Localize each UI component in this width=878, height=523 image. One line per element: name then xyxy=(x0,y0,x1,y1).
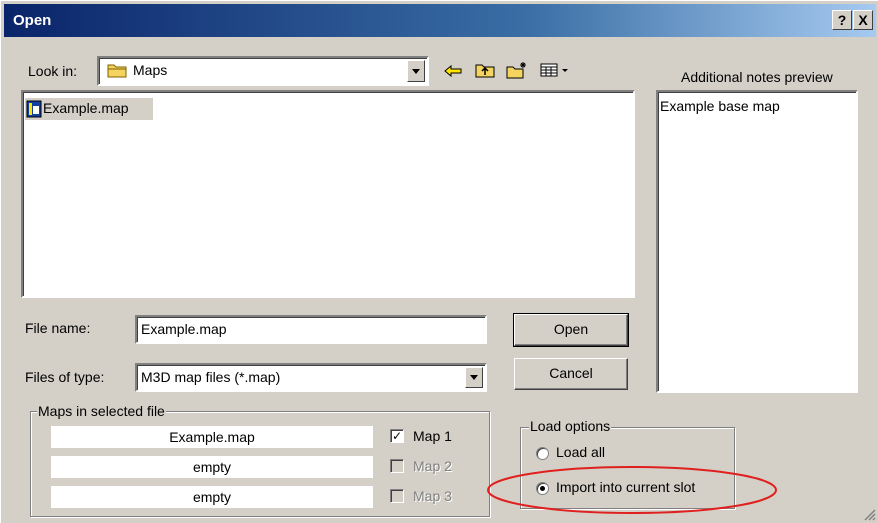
load-options-title: Load options xyxy=(529,418,612,434)
load-all-label[interactable]: Load all xyxy=(556,444,605,460)
map-2-checkbox[interactable] xyxy=(390,459,404,473)
filename-input[interactable]: Example.map xyxy=(135,315,487,344)
filetype-dropdown-button[interactable] xyxy=(465,367,483,388)
map-1-label: Map 1 xyxy=(413,428,452,444)
up-folder-icon[interactable] xyxy=(473,61,497,83)
view-menu-icon[interactable] xyxy=(539,61,575,83)
open-dialog: Open ? X Look in: Maps Example.map Addit… xyxy=(0,0,878,523)
back-arrow-icon[interactable] xyxy=(441,61,465,83)
filename-label: File name: xyxy=(25,320,91,336)
lookin-value: Maps xyxy=(133,62,168,78)
filetype-value: M3D map files (*.map) xyxy=(141,369,281,385)
lookin-dropdown-button[interactable] xyxy=(407,60,425,82)
list-item[interactable]: Example.map xyxy=(25,98,153,120)
map-file-icon xyxy=(26,100,42,121)
notes-preview: Example base map xyxy=(656,90,858,393)
lookin-combo[interactable]: Maps xyxy=(97,56,429,86)
help-button[interactable]: ? xyxy=(832,10,852,30)
map-slot-1-name: Example.map xyxy=(51,426,373,448)
map-slot-3-name: empty xyxy=(51,486,373,508)
size-grip-icon[interactable] xyxy=(861,506,877,522)
load-all-radio[interactable] xyxy=(536,447,549,460)
map-slot-2-name: empty xyxy=(51,456,373,478)
filetype-combo[interactable]: M3D map files (*.map) xyxy=(135,363,487,392)
map-2-label: Map 2 xyxy=(413,458,452,474)
filetype-label: Files of type: xyxy=(25,369,105,385)
maps-group-title: Maps in selected file xyxy=(37,403,166,419)
file-item-name: Example.map xyxy=(43,100,129,116)
window-title: Open xyxy=(13,12,52,29)
map-3-label: Map 3 xyxy=(413,488,452,504)
cancel-button[interactable]: Cancel xyxy=(514,358,628,390)
map-1-checkbox[interactable]: ✓ xyxy=(390,429,404,443)
open-button[interactable]: Open xyxy=(513,313,629,347)
title-bar[interactable]: Open ? X xyxy=(4,4,876,37)
file-list[interactable]: Example.map xyxy=(21,90,635,298)
map-3-checkbox[interactable] xyxy=(390,489,404,503)
highlight-ellipse xyxy=(487,466,777,514)
folder-icon xyxy=(107,61,127,82)
notes-label: Additional notes preview xyxy=(681,69,833,85)
new-folder-icon[interactable] xyxy=(505,61,529,83)
notes-text: Example base map xyxy=(660,98,780,114)
filename-value: Example.map xyxy=(141,321,227,337)
lookin-label: Look in: xyxy=(28,63,78,79)
close-button[interactable]: X xyxy=(853,10,873,30)
